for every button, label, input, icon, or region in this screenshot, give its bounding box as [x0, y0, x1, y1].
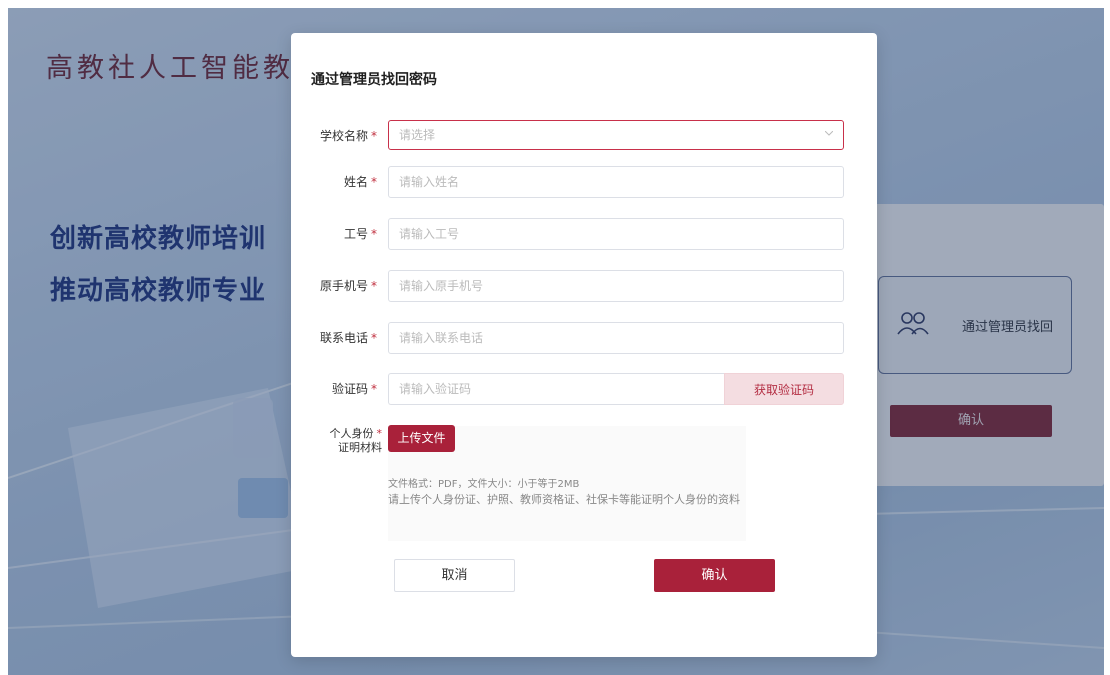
- field-label: 原手机号 *: [319, 279, 377, 293]
- required-mark: *: [371, 331, 377, 345]
- upload-file-button[interactable]: 上传文件: [388, 425, 455, 452]
- required-mark: *: [371, 279, 377, 293]
- field-label: 学校名称 *: [319, 129, 377, 143]
- field-contact-phone: 联系电话 *: [291, 322, 877, 354]
- name-input[interactable]: [388, 166, 844, 198]
- upload-format-hint: 文件格式：PDF，文件大小：小于等于2MB: [388, 479, 580, 490]
- field-label: 联系电话 *: [319, 331, 377, 345]
- id-docs-label: 个人身份 * 证明材料: [329, 427, 383, 454]
- select-placeholder: 请选择: [399, 128, 436, 142]
- employee-id-input[interactable]: [388, 218, 844, 250]
- required-mark: *: [371, 175, 377, 189]
- dialog-title: 通过管理员找回密码: [311, 72, 437, 88]
- required-mark: *: [371, 382, 377, 396]
- required-mark: *: [371, 129, 377, 143]
- cancel-button[interactable]: 取消: [394, 559, 515, 592]
- confirm-button[interactable]: 确认: [654, 559, 775, 592]
- field-name: 姓名 *: [291, 166, 877, 198]
- verification-code-input[interactable]: [388, 373, 724, 405]
- required-mark: *: [376, 427, 383, 440]
- chevron-down-icon: [825, 131, 833, 136]
- required-mark: *: [371, 227, 377, 241]
- contact-phone-input[interactable]: [388, 322, 844, 354]
- field-label: 验证码 *: [331, 382, 377, 396]
- original-phone-input[interactable]: [388, 270, 844, 302]
- school-select[interactable]: 请选择: [388, 120, 844, 150]
- admin-recovery-dialog: 通过管理员找回密码 学校名称* 请选择 姓名* 工号* 原手机号* 联系电话* …: [291, 33, 877, 657]
- field-label: 工号 *: [343, 227, 377, 241]
- upload-description-hint: 请上传个人身份证、护照、教师资格证、社保卡等能证明个人身份的资料: [388, 493, 740, 506]
- get-code-button[interactable]: 获取验证码: [724, 373, 844, 405]
- field-verification-code: 验证码* 获取验证码: [291, 373, 877, 405]
- field-original-phone: 原手机号 *: [291, 270, 877, 302]
- field-employee-id: 工号 *: [291, 218, 877, 250]
- field-label: 姓名 *: [343, 175, 377, 189]
- field-school: 学校名称 * 请选择: [291, 120, 877, 152]
